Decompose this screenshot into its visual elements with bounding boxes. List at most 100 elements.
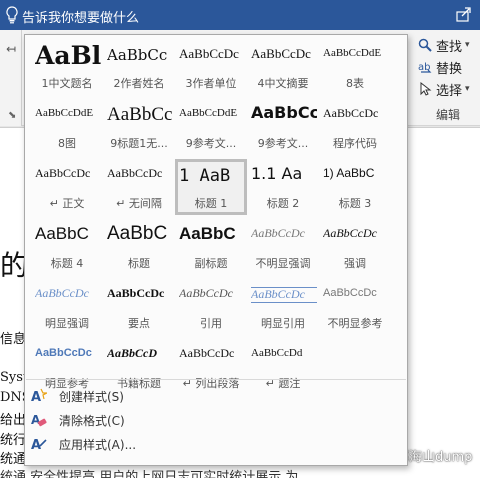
style-label: ↵ 正文 xyxy=(49,197,85,210)
style-item[interactable]: AaBbCcDc 强调 xyxy=(319,219,391,275)
style-preview: AaBbCcDc xyxy=(35,167,91,180)
select-label: 选择 xyxy=(436,83,463,99)
style-item[interactable]: AaBbCc 9标题1无... xyxy=(103,99,175,155)
style-preview: AaBbCc xyxy=(107,47,168,64)
style-item[interactable]: AaBbCcDc 3作者单位 xyxy=(175,39,247,95)
create-style-command[interactable]: A 创建样式(S) xyxy=(31,385,124,407)
style-preview: AaBbCcDc xyxy=(251,287,317,303)
style-item-selected[interactable]: 1 AaB 标题 1 xyxy=(175,159,247,215)
style-preview: AaBbCcDc xyxy=(35,287,89,300)
style-label: 8图 xyxy=(58,137,76,150)
style-preview: AaBbCcDd xyxy=(251,347,303,359)
style-item[interactable]: AaBbCcDc 程序代码 xyxy=(319,99,391,155)
style-item[interactable]: AaBbCcDd ↵ 题注 xyxy=(247,339,319,395)
style-preview: AaBl xyxy=(35,42,101,70)
style-label: 不明显强调 xyxy=(255,257,311,270)
clear-formatting-icon: A xyxy=(31,413,47,427)
style-preview: AaBbCc xyxy=(107,104,173,125)
style-item[interactable]: AaBbCcDc ↵ 列出段落 xyxy=(175,339,247,395)
style-item[interactable]: AaBbCcDc 明显引用 xyxy=(247,279,319,335)
style-item[interactable]: AaBbCcDc ↵ 正文 xyxy=(31,159,103,215)
style-preview: AaBbCcDc xyxy=(179,347,235,360)
editing-group: 查找 ▾ ab 替换 选择 ▾ 编辑 xyxy=(410,30,480,126)
style-item[interactable]: AaBbCc 9参考文... xyxy=(247,99,319,155)
style-label: 9标题1无... xyxy=(110,137,168,150)
gallery-divider xyxy=(26,379,406,380)
style-label: 4中文摘要 xyxy=(257,77,309,90)
style-preview: AaBbCcDc xyxy=(179,47,239,61)
style-label: 8表 xyxy=(346,77,364,90)
title-bar: 告诉我你想要做什么 xyxy=(0,0,480,30)
select-cursor-icon xyxy=(420,82,432,96)
style-label: 标题 2 xyxy=(266,197,300,210)
share-icon[interactable] xyxy=(456,6,472,26)
apply-styles-label: 应用样式(A)... xyxy=(59,437,137,452)
back-arrow-icon[interactable]: ↤ xyxy=(6,42,16,56)
style-preview: AaBbCc xyxy=(251,104,317,122)
style-preview: AaBbCcDc xyxy=(251,227,305,240)
style-label: 9参考文... xyxy=(185,137,237,150)
style-item[interactable]: AaBbCcDc 不明显强调 xyxy=(247,219,319,275)
style-item[interactable]: AaBbCcDc 不明显参考 xyxy=(319,279,391,335)
style-item[interactable]: AaBbC 标题 4 xyxy=(31,219,103,275)
tell-me-search[interactable]: 告诉我你想要做什么 xyxy=(22,7,139,26)
style-preview: AaBbCcD xyxy=(107,347,158,360)
style-preview: AaBbCcDc xyxy=(107,167,163,180)
style-preview: AaBbCcDc xyxy=(179,287,233,300)
style-item[interactable]: AaBbCcDc 要点 xyxy=(103,279,175,335)
styles-gallery: AaBl 1中文题名 AaBbCc 2作者姓名 AaBbCcDc 3作者单位 A… xyxy=(24,34,408,466)
style-preview: AaBbCcDdE xyxy=(323,47,382,59)
style-preview: AaBbC xyxy=(179,224,236,243)
svg-text:A: A xyxy=(31,438,41,452)
style-label: 明显强调 xyxy=(45,317,89,330)
doc-bottom-line: 统通 安全性提高 用户的上网日志可实时统计展示 为 xyxy=(0,470,299,478)
style-preview: AaBbCcDdE xyxy=(35,107,94,119)
svg-text:A: A xyxy=(31,390,41,404)
style-label: 标题 xyxy=(128,257,150,270)
style-label: ↵ 列出段落 xyxy=(182,377,240,390)
style-item[interactable]: AaBl 1中文题名 xyxy=(31,39,103,95)
style-item[interactable]: AaBbC 标题 xyxy=(103,219,175,275)
style-preview: AaBbC xyxy=(107,223,168,244)
chevron-down-icon[interactable]: ▾ xyxy=(465,84,470,94)
style-label: 标题 1 xyxy=(194,197,228,210)
style-item[interactable]: 1.1 Aa 标题 2 xyxy=(247,159,319,215)
style-item[interactable]: AaBbCc 2作者姓名 xyxy=(103,39,175,95)
style-item[interactable]: AaBbCcDc ↵ 无间隔 xyxy=(103,159,175,215)
select-button[interactable]: 选择 ▾ xyxy=(418,79,470,99)
style-item[interactable]: 1) AaBbC 标题 3 xyxy=(319,159,391,215)
style-item[interactable]: AaBbCcDdE 8图 xyxy=(31,99,103,155)
doc-text-fragment: 给出 xyxy=(0,413,27,428)
style-label: 3作者单位 xyxy=(185,77,237,90)
doc-text-fragment: 统通 xyxy=(0,452,27,467)
dialog-launcher-icon[interactable]: ⬊ xyxy=(8,110,16,121)
find-label: 查找 xyxy=(436,39,463,55)
style-label: 要点 xyxy=(128,317,150,330)
style-item[interactable]: AaBbCcDc 引用 xyxy=(175,279,247,335)
style-preview: 1) AaBbC xyxy=(323,167,375,180)
style-label: 2作者姓名 xyxy=(113,77,165,90)
chevron-down-icon[interactable]: ▾ xyxy=(465,40,470,50)
lightbulb-icon[interactable] xyxy=(6,6,18,28)
apply-styles-icon: A xyxy=(31,438,47,452)
style-item[interactable]: AaBbC 副标题 xyxy=(175,219,247,275)
find-button[interactable]: 查找 ▾ xyxy=(418,35,470,55)
style-item[interactable]: AaBbCcDc 4中文摘要 xyxy=(247,39,319,95)
style-preview: 1.1 Aa xyxy=(251,165,303,183)
style-label: 1中文题名 xyxy=(41,77,93,90)
style-label: 不明显参考 xyxy=(327,317,383,330)
style-item[interactable]: AaBbCcDdE 9参考文... xyxy=(175,99,247,155)
style-item[interactable]: AaBbCcDc 明显强调 xyxy=(31,279,103,335)
style-preview: AaBbC xyxy=(35,224,89,243)
create-style-icon: A xyxy=(31,388,47,404)
apply-styles-command[interactable]: A 应用样式(A)... xyxy=(31,433,136,455)
gallery-scrollbar[interactable] xyxy=(395,39,405,369)
clear-formatting-label: 清除格式(C) xyxy=(59,413,125,428)
style-label: 程序代码 xyxy=(333,137,377,150)
style-item[interactable]: AaBbCcDdE 8表 xyxy=(319,39,391,95)
replace-button[interactable]: ab 替换 xyxy=(418,57,462,77)
create-style-label: 创建样式(S) xyxy=(59,389,124,404)
style-preview: AaBbCcDdE xyxy=(179,107,238,119)
style-label: ↵ 无间隔 xyxy=(116,197,162,210)
clear-formatting-command[interactable]: A 清除格式(C) xyxy=(31,409,125,431)
